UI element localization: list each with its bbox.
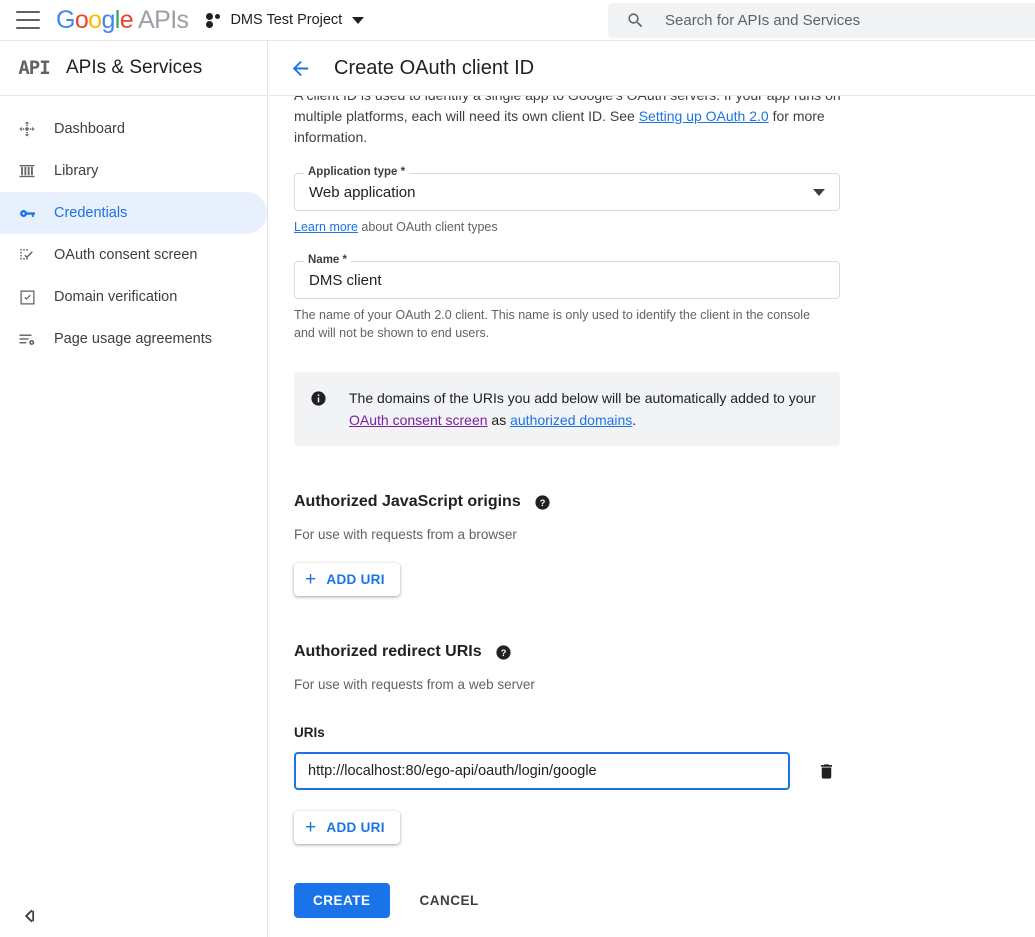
sidebar-item-oauth-consent-screen[interactable]: OAuth consent screen (0, 234, 267, 276)
hamburger-icon[interactable] (16, 11, 40, 29)
search-input[interactable] (665, 12, 995, 29)
consent-screen-icon (0, 246, 54, 264)
sidebar-title: APIs & Services (66, 57, 203, 78)
cancel-button[interactable]: CANCEL (414, 892, 485, 909)
sidebar-item-label: Page usage agreements (54, 331, 212, 347)
main-content: A client ID is used to identify a single… (269, 96, 1035, 937)
plus-icon: + (305, 817, 317, 838)
application-type-helper: Learn more about OAuth client types (294, 218, 834, 236)
google-apis-logo: Google APIs (56, 5, 189, 34)
project-selector[interactable]: DMS Test Project (206, 12, 365, 29)
sidebar-item-domain-verification[interactable]: Domain verification (0, 276, 267, 318)
sidebar-item-credentials[interactable]: Credentials (0, 192, 267, 234)
trash-icon[interactable] (817, 762, 836, 781)
page-header: Create OAuth client ID (269, 41, 1035, 96)
add-uri-label: ADD URI (326, 820, 385, 835)
project-name: DMS Test Project (230, 12, 343, 28)
redirect-uri-input[interactable] (294, 752, 790, 790)
redirect-uris-subtitle: For use with requests from a web server (294, 677, 535, 692)
library-icon (0, 162, 54, 180)
js-origins-subtitle: For use with requests from a browser (294, 527, 517, 542)
search-bar[interactable] (608, 3, 1035, 38)
application-type-helper-rest: about OAuth client types (357, 220, 498, 234)
application-type-label: Application type * (304, 166, 410, 178)
plus-icon: + (305, 569, 317, 590)
banner-text-part1: The domains of the URIs you add below wi… (349, 390, 816, 406)
banner-text-part2: as (487, 412, 511, 428)
banner-text-part3: . (632, 412, 637, 428)
js-origins-title: Authorized JavaScript origins (294, 493, 521, 510)
form-actions: CREATE CANCEL (294, 883, 1035, 918)
logo-letter-g1: G (56, 5, 75, 34)
chevron-down-icon (813, 188, 825, 196)
info-icon (311, 391, 326, 406)
sidebar-nav: Dashboard Library Credentials OAuth cons… (0, 96, 267, 360)
sidebar-item-label: OAuth consent screen (54, 247, 198, 263)
uris-label: URIs (294, 725, 325, 740)
sidebar-item-page-usage-agreements[interactable]: Page usage agreements (0, 318, 267, 360)
sidebar-item-dashboard[interactable]: Dashboard (0, 108, 267, 150)
name-label: Name * (304, 254, 351, 266)
authorized-domains-link[interactable]: authorized domains (510, 412, 632, 428)
chevron-down-icon (352, 16, 365, 24)
help-icon[interactable]: ? (534, 494, 551, 511)
logo-letter-g2: g (101, 5, 115, 34)
logo-suffix: APIs (138, 5, 189, 34)
collapse-panel-icon[interactable] (18, 905, 40, 927)
svg-text:?: ? (500, 647, 506, 657)
domains-info-banner: The domains of the URIs you add below wi… (294, 372, 840, 446)
dashboard-icon (0, 120, 54, 138)
sidebar-item-label: Credentials (54, 205, 128, 221)
search-icon (628, 13, 643, 28)
intro-description: A client ID is used to identify a single… (294, 96, 844, 148)
redirect-uris-heading: Authorized redirect URIs ? (294, 643, 1035, 661)
sidebar: API APIs & Services Dashboard Library Cr… (0, 41, 268, 937)
svg-text:?: ? (539, 497, 545, 507)
oauth-consent-screen-link[interactable]: OAuth consent screen (349, 412, 488, 428)
application-type-field[interactable]: Application type * Web application (294, 166, 840, 211)
application-type-value: Web application (309, 183, 416, 201)
logo-letter-o1: o (74, 5, 89, 34)
sidebar-item-library[interactable]: Library (0, 150, 267, 192)
page-title: Create OAuth client ID (334, 56, 535, 79)
logo-letter-o2: o (88, 5, 102, 34)
checkbox-icon (0, 289, 54, 306)
add-redirect-uri-button[interactable]: + ADD URI (294, 811, 400, 844)
redirect-uris-title: Authorized redirect URIs (294, 643, 482, 660)
sidebar-header: API APIs & Services (0, 41, 267, 96)
setting-up-oauth-link[interactable]: Setting up OAuth 2.0 (639, 108, 769, 124)
key-icon (0, 204, 54, 223)
api-logo: API (18, 57, 50, 79)
application-type-select[interactable]: Web application (294, 173, 840, 211)
banner-text: The domains of the URIs you add below wi… (349, 387, 824, 431)
sidebar-item-label: Domain verification (54, 289, 178, 305)
create-button[interactable]: CREATE (294, 883, 390, 918)
name-field[interactable]: Name * DMS client (294, 254, 840, 299)
help-icon[interactable]: ? (495, 644, 512, 661)
sidebar-item-label: Library (54, 163, 99, 179)
name-input[interactable]: DMS client (294, 261, 840, 299)
learn-more-link[interactable]: Learn more (294, 220, 358, 234)
sidebar-item-label: Dashboard (54, 121, 125, 137)
js-origins-heading: Authorized JavaScript origins ? (294, 493, 1035, 511)
name-value: DMS client (309, 271, 382, 289)
add-uri-label: ADD URI (326, 572, 385, 587)
cloud-project-icon (206, 12, 223, 29)
logo-letter-e: e (119, 5, 134, 34)
add-js-origin-uri-button[interactable]: + ADD URI (294, 563, 400, 596)
agreements-icon (0, 330, 54, 348)
top-app-bar: Google APIs DMS Test Project (0, 0, 1035, 41)
uri-row (294, 752, 1035, 790)
back-arrow-icon[interactable] (289, 57, 312, 80)
name-helper: The name of your OAuth 2.0 client. This … (294, 308, 811, 340)
